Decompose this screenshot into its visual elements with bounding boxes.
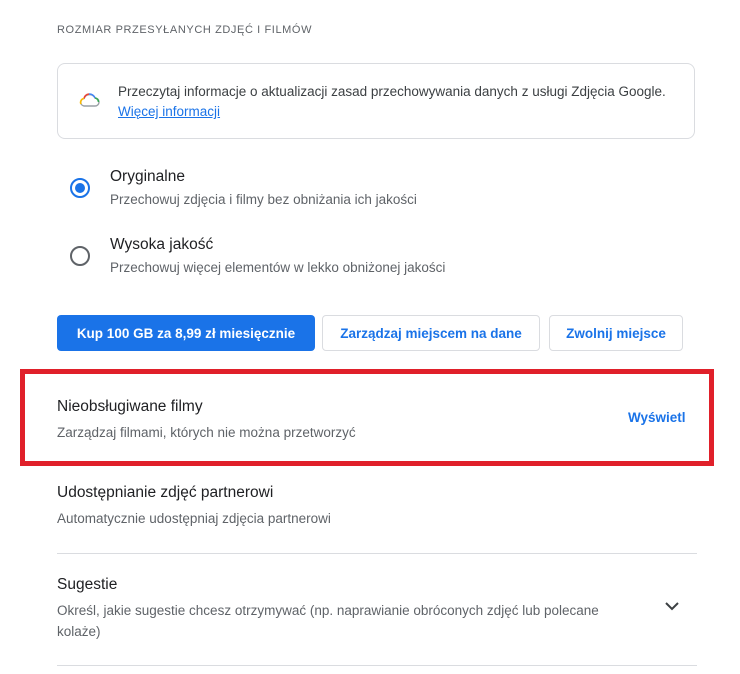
storage-policy-notice: Przeczytaj informacje o aktualizacji zas… [57,63,695,139]
google-cloud-icon [79,93,100,107]
option-original-subtitle: Przechowuj zdjęcia i filmy bez obniżania… [110,192,417,207]
free-up-space-button[interactable]: Zwolnij miejsce [549,315,683,351]
suggestions-row[interactable]: Sugestie Określ, jakie sugestie chcesz o… [57,576,617,642]
unsupported-videos-title: Nieobsługiwane filmy [57,398,203,415]
partner-sharing-title: Udostępnianie zdjęć partnerowi [57,484,274,501]
divider [57,553,697,554]
option-high-quality-title: Wysoka jakość [110,236,214,253]
notice-text: Przeczytaj informacje o aktualizacji zas… [118,82,678,122]
option-high-quality-subtitle: Przechowuj więcej elementów w lekko obni… [110,260,446,275]
radio-original[interactable] [70,178,90,198]
unsupported-videos-row[interactable]: Nieobsługiwane filmy Zarządzaj filmami, … [57,398,697,443]
manage-storage-button[interactable]: Zarządzaj miejscem na dane [322,315,540,351]
option-original-title: Oryginalne [110,168,185,185]
unsupported-videos-subtitle: Zarządzaj filmami, których nie można prz… [57,425,356,440]
suggestions-title: Sugestie [57,576,118,593]
buy-storage-button[interactable]: Kup 100 GB za 8,99 zł miesięcznie [57,315,315,351]
notice-message: Przeczytaj informacje o aktualizacji zas… [118,84,666,99]
view-unsupported-link[interactable]: Wyświetl [628,410,686,425]
radio-high-quality[interactable] [70,246,90,266]
section-title: ROZMIAR PRZESYŁANYCH ZDJĘĆ I FILMÓW [57,24,313,36]
divider [57,665,697,666]
more-info-link[interactable]: Więcej informacji [118,104,220,119]
partner-sharing-row[interactable]: Udostępnianie zdjęć partnerowi Automatyc… [57,484,697,529]
suggestions-subtitle: Określ, jakie sugestie chcesz otrzymywać… [57,603,599,639]
chevron-down-icon[interactable] [662,596,682,616]
partner-sharing-subtitle: Automatycznie udostępniaj zdjęcia partne… [57,511,331,526]
